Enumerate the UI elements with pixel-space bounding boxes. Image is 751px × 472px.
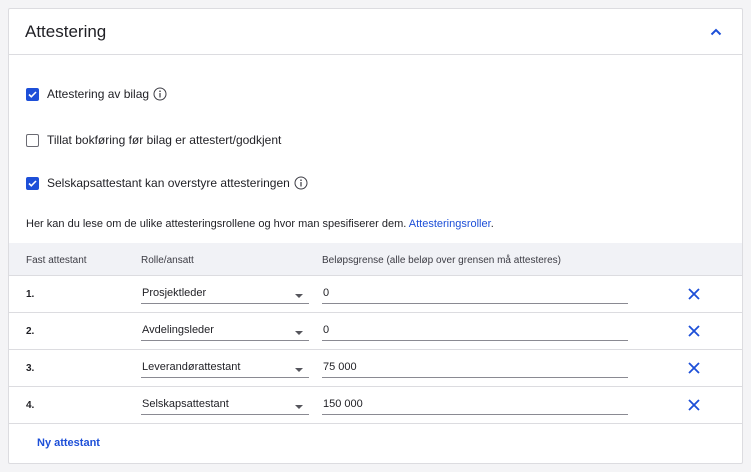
- table-row: 4. Selskapsattestant 150 000: [9, 387, 742, 424]
- amount-input[interactable]: 0: [322, 285, 628, 304]
- row-number: 2.: [26, 326, 35, 337]
- section-title: Attestering: [25, 21, 107, 41]
- close-icon[interactable]: [687, 324, 701, 338]
- role-value: Prosjektleder: [142, 287, 207, 299]
- caret-down-icon: [295, 405, 303, 409]
- col-header-rolle: Rolle/ansatt: [141, 255, 194, 266]
- role-value: Selskapsattestant: [142, 398, 229, 410]
- card-header[interactable]: Attestering: [9, 9, 742, 55]
- row-number: 3.: [26, 363, 35, 374]
- note-trailing: .: [490, 218, 494, 230]
- option-selskapsattestant-overstyre[interactable]: Selskapsattestant kan overstyre attester…: [26, 176, 308, 190]
- role-select[interactable]: Selskapsattestant: [141, 396, 309, 415]
- col-header-belopsgrense: Beløpsgrense (alle beløp over grensen må…: [322, 255, 562, 266]
- option-label: Tillat bokføring før bilag er attestert/…: [47, 133, 282, 147]
- role-value: Avdelingsleder: [142, 324, 214, 336]
- attesteringsroller-link[interactable]: Attesteringsroller: [409, 218, 491, 230]
- row-number: 4.: [26, 400, 35, 411]
- role-select[interactable]: Avdelingsleder: [141, 322, 309, 341]
- caret-down-icon: [295, 294, 303, 298]
- option-label: Attestering av bilag: [47, 87, 150, 101]
- checkbox-selskapsattestant-overstyre[interactable]: [26, 176, 39, 190]
- option-attestering-av-bilag[interactable]: Attestering av bilag: [26, 87, 167, 101]
- amount-value: 150 000: [323, 398, 363, 410]
- checkbox-attestering-av-bilag[interactable]: [26, 87, 39, 101]
- table-header: Fast attestant Rolle/ansatt Beløpsgrense…: [9, 243, 742, 276]
- ny-attestant-button[interactable]: Ny attestant: [37, 437, 100, 449]
- table-row: 3. Leverandørattestant 75 000: [9, 350, 742, 387]
- close-icon[interactable]: [687, 361, 701, 375]
- amount-value: 75 000: [323, 361, 357, 373]
- role-value: Leverandørattestant: [142, 361, 241, 373]
- table-row: 2. Avdelingsleder 0: [9, 313, 742, 350]
- close-icon[interactable]: [687, 398, 701, 412]
- checkbox-tillat-bokforing[interactable]: [26, 133, 39, 147]
- roles-note: Her kan du lese om de ulike attesterings…: [26, 218, 494, 230]
- info-icon[interactable]: [294, 176, 308, 190]
- note-text: Her kan du lese om de ulike attesterings…: [26, 218, 409, 230]
- role-select[interactable]: Prosjektleder: [141, 285, 309, 304]
- role-select[interactable]: Leverandørattestant: [141, 359, 309, 378]
- amount-value: 0: [323, 287, 330, 299]
- caret-down-icon: [295, 368, 303, 372]
- attestering-card: Attestering Attestering av bilag Tillat …: [8, 8, 743, 464]
- option-tillat-bokforing[interactable]: Tillat bokføring før bilag er attestert/…: [26, 133, 281, 147]
- amount-input[interactable]: 75 000: [322, 359, 628, 378]
- close-icon[interactable]: [687, 287, 701, 301]
- caret-down-icon: [295, 331, 303, 335]
- option-label: Selskapsattestant kan overstyre attester…: [47, 176, 290, 190]
- row-number: 1.: [26, 289, 35, 300]
- amount-value: 0: [323, 324, 330, 336]
- table-row: 1. Prosjektleder 0: [9, 276, 742, 313]
- amount-input[interactable]: 0: [322, 322, 628, 341]
- amount-input[interactable]: 150 000: [322, 396, 628, 415]
- col-header-fast-attestant: Fast attestant: [26, 255, 87, 266]
- info-icon[interactable]: [153, 87, 167, 101]
- chevron-up-icon[interactable]: [706, 22, 726, 42]
